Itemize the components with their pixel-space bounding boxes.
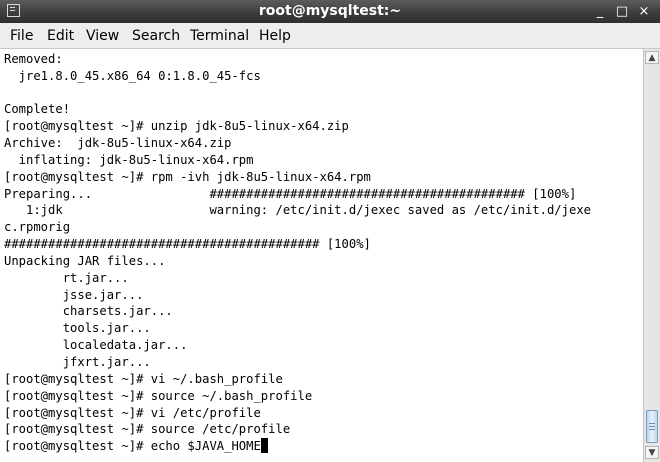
terminal-line: jsse.jar... bbox=[4, 288, 144, 302]
thumb-grip-line bbox=[649, 423, 655, 424]
vertical-scrollbar[interactable]: ▲ ▼ bbox=[643, 49, 660, 462]
terminal-line: Removed: bbox=[4, 52, 63, 66]
terminal-line: c.rpmorig bbox=[4, 220, 71, 234]
terminal-line: [root@mysqltest ~]# rpm -ivh jdk-8u5-lin… bbox=[4, 170, 371, 184]
terminal-line: [root@mysqltest ~]# vi ~/.bash_profile bbox=[4, 372, 283, 386]
terminal-line: charsets.jar... bbox=[4, 304, 173, 318]
terminal-line: [root@mysqltest ~]# vi /etc/profile bbox=[4, 406, 261, 420]
window-title: root@mysqltest:~ bbox=[258, 3, 402, 19]
scroll-down-arrow-icon[interactable]: ▼ bbox=[645, 446, 659, 459]
close-button[interactable]: × bbox=[634, 2, 654, 21]
terminal-line: jre1.8.0_45.x86_64 0:1.8.0_45-fcs bbox=[4, 69, 261, 83]
terminal-line: [root@mysqltest ~]# source ~/.bash_profi… bbox=[4, 389, 313, 403]
terminal-prompt-line[interactable]: [root@mysqltest ~]# echo $JAVA_HOME bbox=[4, 438, 268, 455]
maximize-button[interactable]: □ bbox=[612, 2, 632, 21]
terminal-line: ########################################… bbox=[4, 237, 371, 251]
terminal-line: [root@mysqltest ~]# source /etc/profile bbox=[4, 422, 291, 436]
terminal-line: Preparing... ###########################… bbox=[4, 187, 577, 201]
menu-help[interactable]: Help bbox=[259, 28, 291, 44]
terminal-line: Unpacking JAR files... bbox=[4, 254, 166, 268]
thumb-grip-line bbox=[649, 429, 655, 430]
terminal-line: inflating: jdk-8u5-linux-x64.rpm bbox=[4, 153, 254, 167]
terminal-line: [root@mysqltest ~]# unzip jdk-8u5-linux-… bbox=[4, 119, 349, 133]
terminal-output[interactable]: Removed: jre1.8.0_45.x86_64 0:1.8.0_45-f… bbox=[0, 49, 643, 462]
terminal-line: localedata.jar... bbox=[4, 338, 188, 352]
terminal-line: Archive: jdk-8u5-linux-x64.zip bbox=[4, 136, 232, 150]
terminal-line: tools.jar... bbox=[4, 321, 151, 335]
terminal-line: rt.jar... bbox=[4, 271, 129, 285]
menu-edit[interactable]: Edit bbox=[47, 28, 74, 44]
minimize-button[interactable]: _ bbox=[590, 2, 610, 21]
thumb-grip-line bbox=[649, 426, 655, 427]
menu-terminal[interactable]: Terminal bbox=[190, 28, 249, 44]
terminal-line: jfxrt.jar... bbox=[4, 355, 151, 369]
title-bar[interactable]: root@mysqltest:~ _ □ × bbox=[0, 0, 660, 23]
terminal-line: Complete! bbox=[4, 102, 71, 116]
terminal-window: root@mysqltest:~ _ □ × File Edit View Se… bbox=[0, 0, 660, 462]
scrollbar-thumb[interactable] bbox=[646, 410, 658, 443]
menu-bar: File Edit View Search Terminal Help bbox=[0, 23, 660, 49]
text-cursor bbox=[260, 438, 268, 453]
menu-view[interactable]: View bbox=[86, 28, 119, 44]
menu-file[interactable]: File bbox=[10, 28, 33, 44]
terminal-line: 1:jdk warning: /etc/init.d/jexec saved a… bbox=[4, 203, 591, 217]
current-command: [root@mysqltest ~]# echo $JAVA_HOME bbox=[4, 439, 261, 453]
menu-search[interactable]: Search bbox=[132, 28, 180, 44]
scroll-up-arrow-icon[interactable]: ▲ bbox=[645, 51, 659, 64]
